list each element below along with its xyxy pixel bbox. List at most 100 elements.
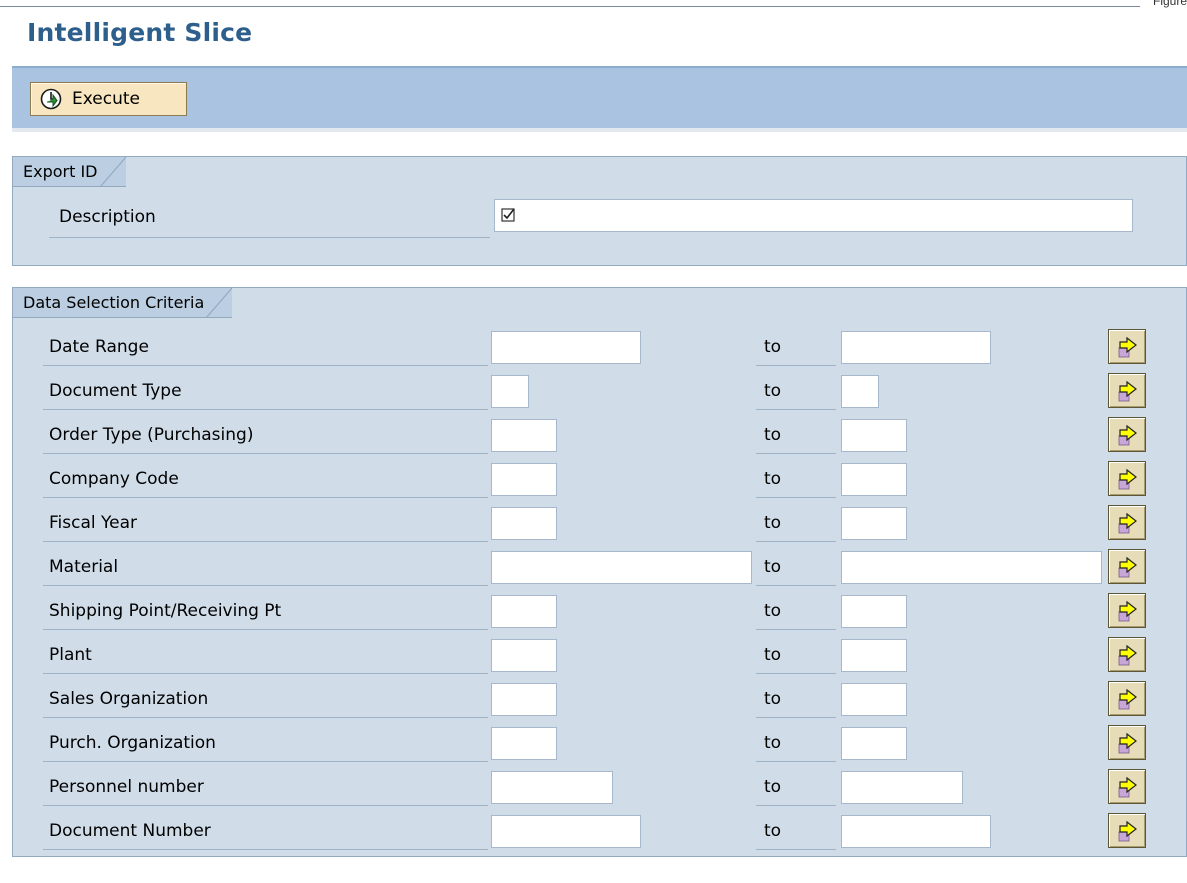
shipping-point-receiving-pt-multiple-selection-button[interactable]	[1108, 593, 1146, 628]
to-label: to	[764, 513, 782, 533]
company-code-to-input[interactable]	[841, 463, 907, 496]
row-underline	[43, 629, 488, 630]
multiple-selection-arrow-icon	[1118, 512, 1137, 534]
document-number-multiple-selection-button[interactable]	[1108, 813, 1146, 848]
to-underline	[756, 849, 836, 850]
order-type-purchasing-multiple-selection-button[interactable]	[1108, 417, 1146, 452]
row-label-material: Material	[49, 557, 119, 577]
description-input[interactable]	[494, 199, 1133, 232]
execute-label: Execute	[72, 89, 140, 109]
row-label-document-number: Document Number	[49, 821, 211, 841]
multiple-selection-arrow-icon	[1118, 644, 1137, 666]
row-label-date-range: Date Range	[49, 337, 149, 357]
row-underline	[43, 717, 488, 718]
row-underline	[43, 585, 488, 586]
multiple-selection-arrow-icon	[1118, 424, 1137, 446]
row-label-order-type-purchasing: Order Type (Purchasing)	[49, 425, 254, 445]
row-underline	[43, 409, 488, 410]
to-label: to	[764, 733, 782, 753]
multiple-selection-arrow-icon	[1118, 600, 1137, 622]
export-id-tab-label: Export ID	[23, 162, 98, 181]
toolbar-separator	[12, 128, 1187, 132]
shipping-point-receiving-pt-from-input[interactable]	[491, 595, 557, 628]
row-label-document-type: Document Type	[49, 381, 182, 401]
row-label-company-code: Company Code	[49, 469, 179, 489]
plant-multiple-selection-button[interactable]	[1108, 637, 1146, 672]
document-type-from-input[interactable]	[491, 375, 529, 408]
purch-organization-multiple-selection-button[interactable]	[1108, 725, 1146, 760]
data-selection-tab-label: Data Selection Criteria	[23, 293, 205, 312]
export-id-panel: Export ID Description	[12, 156, 1187, 266]
checkbox-checked-icon[interactable]	[501, 207, 517, 223]
personnel-number-from-input[interactable]	[491, 771, 613, 804]
row-label-sales-organization: Sales Organization	[49, 689, 209, 709]
multiple-selection-arrow-icon	[1118, 336, 1137, 358]
description-underline	[49, 237, 490, 238]
material-multiple-selection-button[interactable]	[1108, 549, 1146, 584]
document-number-from-input[interactable]	[491, 815, 641, 848]
purch-organization-to-input[interactable]	[841, 727, 907, 760]
to-underline	[756, 805, 836, 806]
row-underline	[43, 761, 488, 762]
personnel-number-to-input[interactable]	[841, 771, 963, 804]
to-underline	[756, 585, 836, 586]
to-label: to	[764, 381, 782, 401]
sales-organization-from-input[interactable]	[491, 683, 557, 716]
multiple-selection-arrow-icon	[1118, 776, 1137, 798]
to-underline	[756, 453, 836, 454]
multiple-selection-arrow-icon	[1118, 556, 1137, 578]
top-divider	[0, 6, 1140, 7]
row-underline	[43, 365, 488, 366]
material-to-input[interactable]	[841, 551, 1102, 584]
execute-clock-icon	[40, 88, 62, 110]
page-title: Intelligent Slice	[27, 18, 253, 47]
plant-from-input[interactable]	[491, 639, 557, 672]
plant-to-input[interactable]	[841, 639, 907, 672]
order-type-purchasing-from-input[interactable]	[491, 419, 557, 452]
to-underline	[756, 717, 836, 718]
fiscal-year-from-input[interactable]	[491, 507, 557, 540]
order-type-purchasing-to-input[interactable]	[841, 419, 907, 452]
shipping-point-receiving-pt-to-input[interactable]	[841, 595, 907, 628]
sales-organization-multiple-selection-button[interactable]	[1108, 681, 1146, 716]
row-label-personnel-number: Personnel number	[49, 777, 204, 797]
company-code-multiple-selection-button[interactable]	[1108, 461, 1146, 496]
to-underline	[756, 761, 836, 762]
to-label: to	[764, 821, 782, 841]
to-underline	[756, 629, 836, 630]
export-id-tab: Export ID	[13, 157, 126, 187]
execute-button[interactable]: Execute	[30, 82, 187, 116]
multiple-selection-arrow-icon	[1118, 688, 1137, 710]
to-underline	[756, 541, 836, 542]
to-label: to	[764, 689, 782, 709]
sales-organization-to-input[interactable]	[841, 683, 907, 716]
to-label: to	[764, 469, 782, 489]
description-label: Description	[59, 207, 156, 227]
corner-caption: Figure	[1152, 0, 1187, 8]
to-label: to	[764, 557, 782, 577]
document-type-to-input[interactable]	[841, 375, 879, 408]
to-label: to	[764, 601, 782, 621]
document-number-to-input[interactable]	[841, 815, 991, 848]
date-range-from-input[interactable]	[491, 331, 641, 364]
row-underline	[43, 805, 488, 806]
document-type-multiple-selection-button[interactable]	[1108, 373, 1146, 408]
material-from-input[interactable]	[491, 551, 752, 584]
to-label: to	[764, 337, 782, 357]
to-label: to	[764, 777, 782, 797]
multiple-selection-arrow-icon	[1118, 468, 1137, 490]
application-toolbar: Execute	[12, 68, 1187, 128]
row-label-purch-organization: Purch. Organization	[49, 733, 216, 753]
to-label: to	[764, 425, 782, 445]
multiple-selection-arrow-icon	[1118, 380, 1137, 402]
row-label-plant: Plant	[49, 645, 92, 665]
row-label-fiscal-year: Fiscal Year	[49, 513, 138, 533]
fiscal-year-multiple-selection-button[interactable]	[1108, 505, 1146, 540]
purch-organization-from-input[interactable]	[491, 727, 557, 760]
date-range-multiple-selection-button[interactable]	[1108, 329, 1146, 364]
fiscal-year-to-input[interactable]	[841, 507, 907, 540]
company-code-from-input[interactable]	[491, 463, 557, 496]
personnel-number-multiple-selection-button[interactable]	[1108, 769, 1146, 804]
date-range-to-input[interactable]	[841, 331, 991, 364]
to-underline	[756, 365, 836, 366]
